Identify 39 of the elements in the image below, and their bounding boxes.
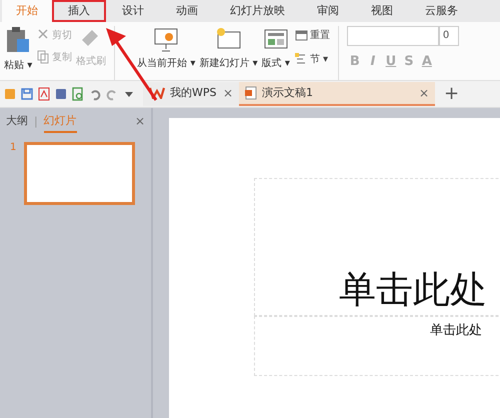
pdf-icon[interactable]: [37, 86, 51, 101]
layout-button[interactable]: 版式 ▾: [262, 26, 290, 70]
new-button[interactable]: 新建幻灯片 ▾: [199, 26, 258, 70]
menu-tab[interactable]: 设计: [106, 0, 160, 22]
logo-icon: [149, 86, 165, 99]
font-name-field[interactable]: [346, 26, 439, 46]
copy-icon[interactable]: [36, 50, 50, 64]
menu-tab[interactable]: 审阅: [301, 0, 355, 22]
panel-tab[interactable]: 大纲: [6, 110, 28, 132]
paste-button[interactable]: 粘贴 ▾: [4, 26, 32, 72]
section-icon[interactable]: [294, 52, 308, 66]
reset-button[interactable]: 重置: [294, 26, 330, 44]
document-tab[interactable]: 演示文稿1 ×: [239, 82, 435, 106]
menu-tab[interactable]: 云服务: [409, 0, 474, 22]
slide-thumbnail[interactable]: [24, 142, 136, 205]
menu-tab[interactable]: 动画: [160, 0, 214, 22]
reset-icon[interactable]: [294, 28, 308, 42]
menu-tab[interactable]: 幻灯片放映: [214, 0, 301, 22]
paste-label: 粘贴 ▾: [4, 58, 32, 72]
clipboard-icon: [5, 26, 32, 54]
title-placeholder[interactable]: 单击此处: [254, 178, 500, 316]
tab-title: 我的WPS: [170, 85, 216, 100]
save-icon[interactable]: [20, 86, 34, 101]
play-slides-icon: [152, 26, 180, 52]
section-button[interactable]: 节 ▾: [294, 50, 328, 68]
close-icon[interactable]: ×: [222, 86, 233, 100]
menu-tab[interactable]: 插入: [52, 0, 106, 22]
preview-icon[interactable]: [71, 86, 85, 101]
menu-tab[interactable]: 视图: [355, 0, 409, 22]
play-button[interactable]: 从当前开始 ▾: [137, 26, 196, 70]
separator: |: [34, 114, 38, 128]
new-tab-button[interactable]: +: [444, 83, 460, 104]
document-tab[interactable]: 我的WPS ×: [143, 82, 239, 106]
tab-title: 演示文稿1: [262, 85, 313, 100]
close-icon[interactable]: ×: [418, 86, 429, 100]
font-size-field[interactable]: 0: [438, 26, 459, 46]
slide-number: 1: [10, 142, 16, 153]
presentation-file-icon: [245, 86, 257, 100]
subtitle-placeholder[interactable]: 单击此处: [254, 316, 500, 376]
